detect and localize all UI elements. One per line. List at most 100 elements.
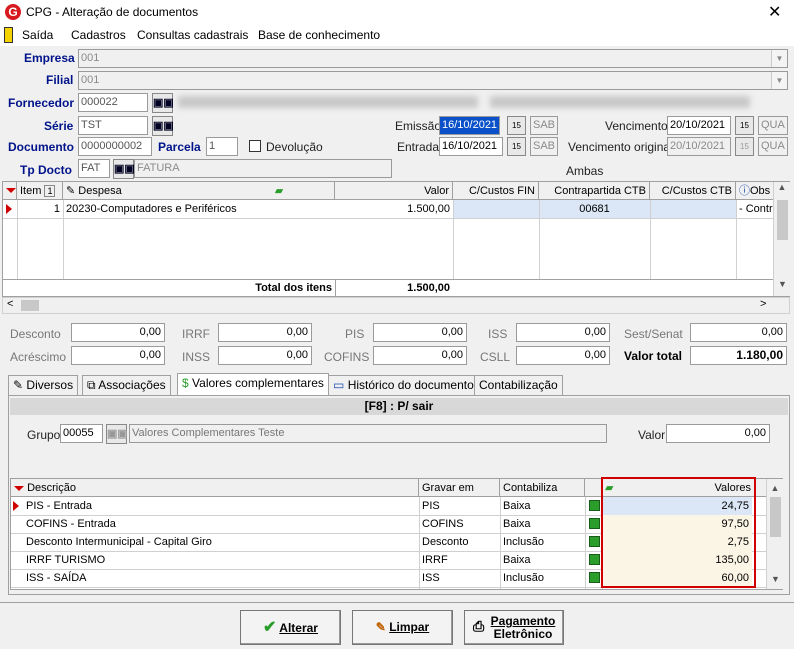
header-valores[interactable]: ▰ Valores [602,479,754,497]
header-valor[interactable]: Valor [335,182,453,200]
items-grid: Item 1 ✎ Despesa ▰ Valor C/Custos FIN Co… [2,181,790,297]
acrescimo-value[interactable]: 0,00 [71,346,165,365]
binoculars-icon[interactable]: ▣▣ [152,93,174,113]
header-item[interactable]: Item 1 [17,182,63,200]
chevron-right-icon[interactable]: > [760,298,766,310]
grupo-input[interactable]: 00055 [60,424,103,443]
emissao-label: Emissão [395,119,442,133]
calendar-icon[interactable]: 15 [735,116,754,135]
valor-input[interactable]: 0,00 [666,424,770,443]
exit-door-icon[interactable] [4,27,13,43]
close-button[interactable]: ✕ [768,2,781,22]
header-ccfin[interactable]: C/Custos FIN [453,182,539,200]
vertical-scrollbar[interactable]: ▲ ▼ [773,182,790,296]
binoculars-icon[interactable]: ▣▣ [113,159,135,179]
scroll-thumb[interactable] [770,497,781,537]
status-square-icon [589,518,600,529]
limpar-button[interactable]: ✎ Limpar [352,610,453,645]
chevron-down-icon[interactable]: ▼ [767,574,784,584]
sestsenat-value[interactable]: 0,00 [690,323,787,342]
cofins-value[interactable]: 0,00 [373,346,467,365]
calendar-icon[interactable]: 15 [507,116,526,135]
cell-contabiliza: Inclusão [503,536,544,548]
alterar-button[interactable]: ✔ Alterar [240,610,341,645]
tpdocto-input[interactable]: FAT [78,159,110,178]
pagamento-eletronico-button[interactable]: ⎙ Pagamento Eletrônico [464,610,564,645]
sort-down-icon [6,188,16,193]
status-square-icon [589,554,600,565]
history-icon: ▭ [333,378,345,392]
vencimento-label: Vencimento [605,119,668,133]
chevron-down-icon[interactable]: ▼ [771,72,787,89]
header-despesa[interactable]: ✎ Despesa ▰ [63,182,335,200]
redacted-supplier-name [178,96,478,108]
pis-value[interactable]: 0,00 [373,323,467,342]
vencimento-input[interactable]: 20/10/2021 [667,116,731,135]
info-icon: ⓘ [739,185,750,197]
horizontal-scrollbar[interactable]: < > [2,297,790,314]
cell-obs: - Contra [739,203,773,215]
eraser-icon: ✎ [375,620,386,634]
serie-input[interactable]: TST [78,116,148,135]
binoculars-icon[interactable]: ▣▣ [106,424,128,444]
header-contrapartida[interactable]: Contrapartida CTB [539,182,650,200]
cell-valor: 2,75 [602,533,752,551]
tab-valores-complementares[interactable]: $ Valores complementares [177,373,329,395]
iss-value[interactable]: 0,00 [516,323,610,342]
menu-saida[interactable]: Saída [22,28,53,42]
vertical-scrollbar[interactable]: ▲ ▼ [766,479,783,589]
status-square-icon [589,500,600,511]
current-row-icon [13,501,19,511]
tab-contabilizacao[interactable]: Contabilização [474,375,563,395]
csll-value[interactable]: 0,00 [516,346,610,365]
empresa-select[interactable]: 001 [78,49,788,68]
money-icon: ▰ [605,482,614,494]
desconto-value[interactable]: 0,00 [71,323,165,342]
fornecedor-label: Fornecedor [8,96,75,110]
irrf-value[interactable]: 0,00 [218,323,312,342]
binoculars-icon[interactable]: ▣▣ [152,116,174,136]
parcela-input[interactable]: 1 [206,137,238,156]
chevron-down-icon[interactable]: ▼ [774,279,791,289]
sort-index-badge: 1 [44,185,56,197]
fornecedor-input[interactable]: 000022 [78,93,148,112]
status-square-icon [589,536,600,547]
scroll-thumb[interactable] [777,200,788,240]
menu-consultas-cadastrais[interactable]: Consultas cadastrais [137,28,248,42]
chevron-left-icon[interactable]: < [7,298,13,310]
header-obs[interactable]: ⓘObs [736,182,776,200]
header-contabiliza[interactable]: Contabiliza [500,479,585,497]
cell-valor: 60,00 [602,569,752,587]
inss-value[interactable]: 0,00 [218,346,312,365]
scroll-thumb[interactable] [21,300,39,311]
cell-descricao: ISS - SAÍDA [26,572,87,584]
filial-select[interactable]: 001 [78,71,788,90]
documento-input[interactable]: 0000000002 [78,137,152,156]
menu-base-conhecimento[interactable]: Base de conhecimento [258,28,380,42]
calendar-icon[interactable]: 15 [507,137,526,156]
cell-descricao: PIS - Entrada [26,500,93,512]
menu-cadastros[interactable]: Cadastros [71,28,126,42]
tpdocto-label: Tp Docto [20,163,72,177]
tab-diversos[interactable]: ✎ Diversos [8,375,79,395]
cell-descricao: COFINS - Entrada [26,518,116,530]
cell-ccfin [453,200,539,218]
cell-contabiliza: Baixa [503,554,531,566]
header-descricao[interactable]: Descrição [11,479,419,497]
tab-historico[interactable]: ▭ Histórico do documento [328,375,479,395]
cell-gravar-em: PIS [422,500,440,512]
emissao-input[interactable]: 16/10/2021 [439,116,500,135]
header-gravar-em[interactable]: Gravar em [419,479,500,497]
irrf-label: IRRF [182,327,210,341]
chevron-down-icon[interactable]: ▼ [771,50,787,67]
entrada-input[interactable]: 16/10/2021 [439,137,503,156]
chevron-up-icon[interactable]: ▲ [774,182,790,192]
chevron-up-icon[interactable]: ▲ [767,483,783,493]
tab-associacoes[interactable]: ⧉ Associações [82,375,171,395]
parcela-label: Parcela [158,140,201,154]
csll-label: CSLL [480,350,511,364]
redacted-supplier-doc [490,96,750,108]
cell-item: 1 [53,203,60,215]
header-ccctb[interactable]: C/Custos CTB [650,182,736,200]
devolucao-checkbox[interactable] [249,140,261,152]
